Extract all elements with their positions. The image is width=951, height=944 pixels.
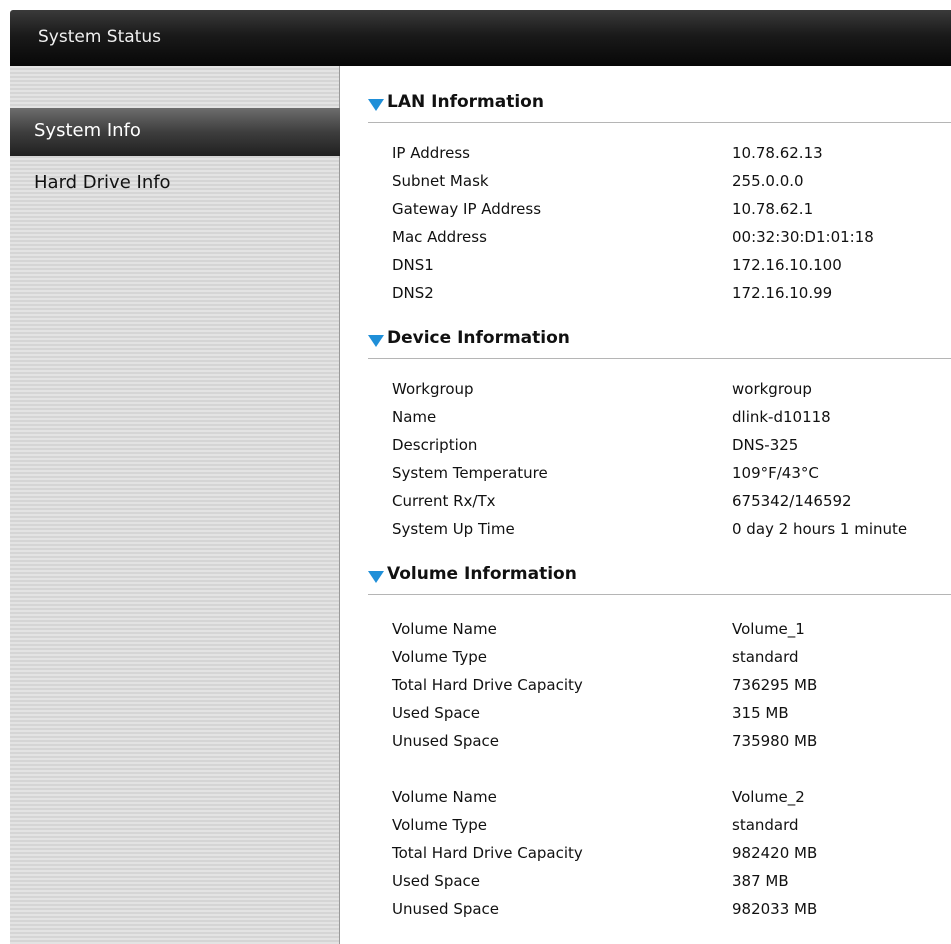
volume-row: Volume Type standard <box>392 648 951 676</box>
row-value: 00:32:30:D1:01:18 <box>732 228 874 246</box>
row-value: 255.0.0.0 <box>732 172 804 190</box>
device-section-title: Device Information <box>387 328 570 348</box>
volume-row: Total Hard Drive Capacity 982420 MB <box>392 844 951 872</box>
lan-row: DNS1 172.16.10.100 <box>392 256 951 284</box>
row-label: Volume Type <box>392 816 488 834</box>
row-value: standard <box>732 648 799 666</box>
sidebar-item-hard-drive-info[interactable]: Hard Drive Info <box>10 160 340 208</box>
row-label: Total Hard Drive Capacity <box>392 676 583 694</box>
lan-row: Gateway IP Address 10.78.62.1 <box>392 200 951 228</box>
row-value: 0 day 2 hours 1 minute <box>732 520 908 538</box>
row-label: Workgroup <box>392 380 474 398</box>
row-label: Volume Name <box>392 788 497 806</box>
row-label: Mac Address <box>392 228 487 246</box>
row-label: Unused Space <box>392 732 500 750</box>
row-label: Current Rx/Tx <box>392 492 496 510</box>
row-value: 982420 MB <box>732 844 818 862</box>
device-row: Name dlink-d10118 <box>392 408 951 436</box>
window-title: System Status <box>38 27 161 47</box>
sidebar-item-system-info[interactable]: System Info <box>10 108 340 156</box>
volume-section-title: Volume Information <box>387 564 577 584</box>
lan-row: DNS2 172.16.10.99 <box>392 284 951 312</box>
lan-section-header[interactable]: LAN Information <box>368 92 951 123</box>
volume-row: Volume Name Volume_1 <box>392 620 951 648</box>
volume-row: Volume Type standard <box>392 816 951 844</box>
device-row: System Temperature 109°F/43°C <box>392 464 951 492</box>
row-label: System Up Time <box>392 520 515 538</box>
row-label: Subnet Mask <box>392 172 489 190</box>
row-value: 172.16.10.100 <box>732 256 842 274</box>
device-row: Description DNS-325 <box>392 436 951 464</box>
row-label: DNS1 <box>392 256 434 274</box>
row-label: Gateway IP Address <box>392 200 542 218</box>
row-value: 172.16.10.99 <box>732 284 833 302</box>
row-label: Description <box>392 436 478 454</box>
volume-section-header[interactable]: Volume Information <box>368 564 951 595</box>
row-label: Volume Name <box>392 620 497 638</box>
device-row: Current Rx/Tx 675342/146592 <box>392 492 951 520</box>
row-value: 735980 MB <box>732 732 818 750</box>
row-label: Used Space <box>392 704 481 722</box>
row-label: IP Address <box>392 144 470 162</box>
row-label: Total Hard Drive Capacity <box>392 844 583 862</box>
sidebar: System Info Hard Drive Info <box>10 66 340 944</box>
row-value: standard <box>732 816 799 834</box>
row-label: Volume Type <box>392 648 488 666</box>
row-value: Volume_2 <box>732 788 805 806</box>
triangle-down-icon[interactable] <box>368 99 384 111</box>
row-label: Used Space <box>392 872 481 890</box>
row-value: 982033 MB <box>732 900 818 918</box>
row-value: 109°F/43°C <box>732 464 819 482</box>
lan-section-title: LAN Information <box>387 92 544 112</box>
row-value: 736295 MB <box>732 676 818 694</box>
volume-row: Used Space 315 MB <box>392 704 951 732</box>
triangle-down-icon[interactable] <box>368 571 384 583</box>
volume-row: Unused Space 982033 MB <box>392 900 951 928</box>
lan-row: Subnet Mask 255.0.0.0 <box>392 172 951 200</box>
lan-row: IP Address 10.78.62.13 <box>392 144 951 172</box>
device-row: System Up Time 0 day 2 hours 1 minute <box>392 520 951 548</box>
device-section-header[interactable]: Device Information <box>368 328 951 359</box>
row-value: 387 MB <box>732 872 789 890</box>
volume-row: Used Space 387 MB <box>392 872 951 900</box>
volume-row: Volume Name Volume_2 <box>392 788 951 816</box>
row-value: 315 MB <box>732 704 789 722</box>
lan-row: Mac Address 00:32:30:D1:01:18 <box>392 228 951 256</box>
row-label: Name <box>392 408 437 426</box>
title-bar: System Status <box>10 10 951 66</box>
row-value: 675342/146592 <box>732 492 852 510</box>
row-value: Volume_1 <box>732 620 805 638</box>
row-label: Unused Space <box>392 900 500 918</box>
row-value: DNS-325 <box>732 436 799 454</box>
row-label: System Temperature <box>392 464 548 482</box>
volume-row: Unused Space 735980 MB <box>392 732 951 760</box>
row-value: workgroup <box>732 380 812 398</box>
row-label: DNS2 <box>392 284 434 302</box>
row-value: dlink-d10118 <box>732 408 831 426</box>
row-value: 10.78.62.13 <box>732 144 823 162</box>
volume-row: Total Hard Drive Capacity 736295 MB <box>392 676 951 704</box>
main-content: LAN Information IP Address 10.78.62.13 S… <box>340 66 951 944</box>
triangle-down-icon[interactable] <box>368 335 384 347</box>
row-value: 10.78.62.1 <box>732 200 814 218</box>
device-row: Workgroup workgroup <box>392 380 951 408</box>
